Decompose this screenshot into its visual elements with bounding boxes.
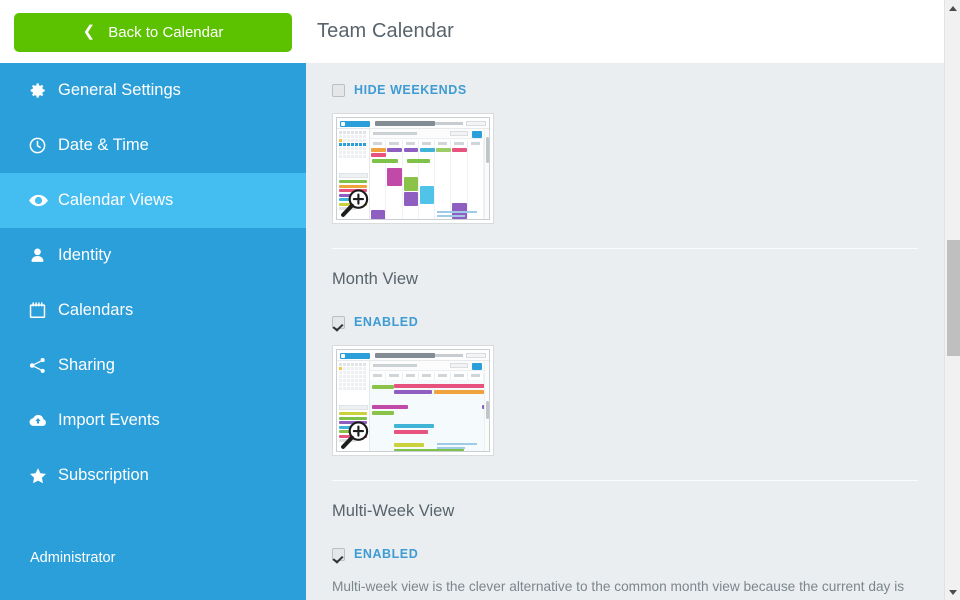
month-view-preview-thumbnail[interactable] bbox=[332, 345, 494, 456]
scrollbar-down-arrow[interactable] bbox=[945, 584, 960, 600]
hide-weekends-label[interactable]: Hide weekends bbox=[354, 83, 467, 97]
thumbnail-mini-calendar bbox=[339, 131, 368, 169]
sidebar-item-import-events[interactable]: Import Events bbox=[0, 393, 306, 448]
share-icon bbox=[28, 356, 58, 375]
cloud-upload-icon bbox=[28, 411, 58, 431]
month-view-preview-image bbox=[336, 349, 490, 452]
sidebar-item-calendars[interactable]: Calendars bbox=[0, 283, 306, 338]
main-content: Hide weekends bbox=[306, 63, 944, 600]
sidebar-item-label: Import Events bbox=[58, 411, 160, 429]
thumbnail-sidebar bbox=[337, 361, 370, 451]
thumbnail-search-box bbox=[466, 120, 486, 126]
sidebar-item-label: General Settings bbox=[58, 81, 181, 99]
thumbnail-scrollbar bbox=[484, 129, 489, 219]
week-view-preview-image bbox=[336, 117, 490, 220]
sidebar-item-general-settings[interactable]: General Settings bbox=[0, 63, 306, 118]
triangle-up-icon bbox=[949, 5, 957, 11]
month-view-enabled-checkbox[interactable] bbox=[332, 315, 345, 329]
thumbnail-calendar-list bbox=[339, 412, 367, 444]
teamup-logo-icon bbox=[340, 352, 370, 359]
clock-icon bbox=[28, 136, 58, 155]
thumbnail-mini-calendar bbox=[339, 363, 368, 401]
hide-weekends-checkbox[interactable] bbox=[332, 83, 345, 97]
calendar-icon bbox=[28, 301, 58, 320]
thumbnail-event-grid bbox=[370, 380, 489, 451]
gear-icon bbox=[28, 81, 58, 100]
thumbnail-day-headers bbox=[370, 372, 484, 380]
multi-week-view-enabled-row[interactable]: Enabled bbox=[332, 543, 918, 565]
thumbnail-app-title bbox=[375, 121, 435, 126]
sidebar-item-date-time[interactable]: Date & Time bbox=[0, 118, 306, 173]
week-view-preview-thumbnail[interactable] bbox=[332, 113, 494, 224]
administrator-label: Administrator bbox=[30, 550, 116, 566]
back-to-calendar-button[interactable]: ❮ Back to Calendar bbox=[14, 13, 292, 52]
sidebar: ❮ Back to Calendar General Settings Date… bbox=[0, 0, 306, 600]
thumbnail-day-headers bbox=[370, 140, 484, 148]
thumbnail-topbar bbox=[337, 118, 489, 129]
chevron-left-icon: ❮ bbox=[82, 23, 96, 40]
settings-page: ❮ Back to Calendar General Settings Date… bbox=[0, 0, 960, 600]
page-title: Team Calendar bbox=[317, 20, 454, 42]
triangle-down-icon bbox=[949, 589, 957, 595]
thumbnail-footer-text bbox=[437, 443, 477, 449]
thumbnail-app-title bbox=[375, 353, 435, 358]
month-view-title: Month View bbox=[332, 270, 418, 288]
thumbnail-user-text bbox=[435, 353, 463, 357]
multi-week-view-description: Multi-week view is the clever alternativ… bbox=[332, 579, 905, 594]
hide-weekends-row[interactable]: Hide weekends bbox=[332, 79, 918, 101]
sidebar-nav: General Settings Date & Time Calendar Vi… bbox=[0, 63, 306, 600]
sidebar-item-label: Identity bbox=[58, 246, 112, 264]
scrollbar-up-arrow[interactable] bbox=[945, 0, 960, 16]
multi-week-view-enabled-checkbox[interactable] bbox=[332, 547, 345, 561]
eye-icon bbox=[28, 190, 58, 211]
month-view-enabled-label[interactable]: Enabled bbox=[354, 315, 418, 329]
sidebar-item-label: Date & Time bbox=[58, 136, 149, 154]
thumbnail-user-text bbox=[435, 121, 463, 125]
thumbnail-event-grid bbox=[370, 148, 484, 219]
thumbnail-toolbar bbox=[370, 129, 484, 139]
month-view-enabled-row[interactable]: Enabled bbox=[332, 311, 918, 333]
sidebar-item-label: Sharing bbox=[58, 356, 115, 374]
sidebar-item-calendar-views[interactable]: Calendar Views bbox=[0, 173, 306, 228]
section-week-view: Hide weekends bbox=[306, 63, 944, 224]
thumbnail-calendar-list bbox=[339, 180, 367, 212]
thumbnail-calendar-body bbox=[370, 361, 489, 451]
sidebar-item-label: Calendar Views bbox=[58, 191, 174, 209]
sidebar-item-subscription[interactable]: Subscription bbox=[0, 448, 306, 503]
sidebar-item-identity[interactable]: Identity bbox=[0, 228, 306, 283]
star-icon bbox=[28, 466, 58, 486]
thumbnail-topbar bbox=[337, 350, 489, 361]
sidebar-item-label: Calendars bbox=[58, 301, 134, 319]
thumbnail-calendars-header bbox=[339, 173, 368, 178]
thumbnail-calendar-body bbox=[370, 129, 484, 219]
thumbnail-search-box bbox=[466, 352, 486, 358]
thumbnail-scrollbar bbox=[484, 361, 489, 451]
back-to-calendar-label: Back to Calendar bbox=[108, 24, 224, 41]
thumbnail-footer-text bbox=[437, 211, 477, 217]
multi-week-view-enabled-label[interactable]: Enabled bbox=[354, 547, 418, 561]
page-scrollbar[interactable] bbox=[944, 0, 960, 600]
thumbnail-toolbar bbox=[370, 361, 484, 371]
section-month-view: Month View Enabled bbox=[306, 249, 944, 456]
page-header: Team Calendar bbox=[306, 0, 944, 63]
multi-week-view-title: Multi-Week View bbox=[332, 502, 455, 520]
user-icon bbox=[28, 246, 58, 265]
scrollbar-thumb[interactable] bbox=[947, 240, 960, 356]
thumbnail-sidebar bbox=[337, 129, 370, 219]
sidebar-item-sharing[interactable]: Sharing bbox=[0, 338, 306, 393]
sidebar-item-label: Subscription bbox=[58, 466, 149, 484]
thumbnail-calendars-header bbox=[339, 405, 368, 410]
teamup-logo-icon bbox=[340, 120, 370, 127]
section-multi-week-view: Multi-Week View Enabled Multi-week view … bbox=[306, 481, 944, 600]
